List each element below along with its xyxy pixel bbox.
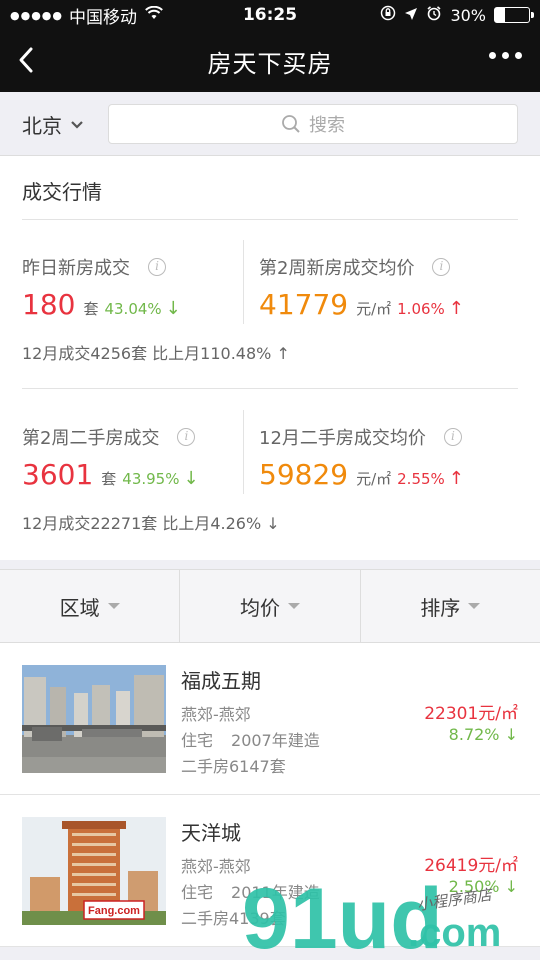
listing-price: 22301元/㎡	[424, 704, 518, 724]
info-icon[interactable]: i	[177, 428, 196, 446]
caret-down-icon	[107, 603, 120, 609]
listing-area: 燕郊-燕郊	[181, 857, 251, 876]
stat-label: 第2周二手房成交 i	[22, 424, 196, 450]
listing-type: 住宅 2007年建造	[181, 731, 320, 750]
carrier-name: 中国移动	[69, 7, 137, 28]
page-title: 房天下买房	[207, 49, 333, 78]
wifi-icon	[145, 5, 163, 24]
filter-region[interactable]: 区域	[0, 570, 181, 642]
listing-price: 26419元/㎡	[424, 856, 518, 876]
chevron-left-icon	[19, 47, 33, 73]
stat-label: 12月二手房成交均价 i	[259, 424, 462, 450]
arrow-down-icon: ↓	[165, 298, 181, 319]
stat-label: 第2周新房成交均价 i	[259, 254, 451, 280]
search-bar: 北京 搜索	[0, 92, 540, 156]
arrow-down-icon: ↓	[504, 877, 518, 896]
more-button[interactable]	[489, 52, 522, 59]
arrow-down-icon: ↓	[183, 468, 199, 489]
market-panel: 成交行情 昨日新房成交 i 第2周新房成交均价 i 180 套 43.04% ↓ 4…	[0, 156, 540, 560]
search-input[interactable]: 搜索	[108, 104, 518, 144]
filter-sort[interactable]: 排序	[361, 570, 540, 642]
stat-value: 41779 元/㎡ 1.06% ↑	[259, 288, 464, 321]
stat-summary: 12月成交4256套 比上月110.48% ↑	[22, 344, 290, 363]
list-item[interactable]: 福成五期 燕郊-燕郊 住宅 2007年建造 二手房6147套 22301元/㎡ 8…	[0, 643, 540, 795]
filter-price[interactable]: 均价	[180, 570, 361, 642]
list-item[interactable]: Fang.com 天洋城 燕郊-燕郊 住宅 2011年建造 二手房4139套 26…	[0, 795, 540, 947]
more-dot-icon	[515, 52, 522, 59]
divider	[243, 240, 244, 324]
back-button[interactable]	[12, 42, 48, 78]
divider	[243, 410, 244, 494]
listing-type: 住宅 2011年建造	[181, 883, 320, 902]
listing-change: 2.50% ↓	[448, 877, 518, 896]
fang-logo: Fang.com	[88, 905, 140, 917]
search-placeholder: 搜索	[309, 115, 345, 136]
arrow-down-icon: ↓	[504, 725, 518, 744]
search-icon	[282, 115, 300, 133]
alarm-icon	[426, 5, 442, 25]
listing-name: 福成五期	[181, 669, 261, 693]
caret-down-icon	[468, 603, 481, 609]
property-photo: Fang.com	[22, 817, 166, 925]
signal-icon: ●●●●●	[10, 8, 63, 22]
stat-value: 59829 元/㎡ 2.55% ↑	[259, 458, 464, 491]
status-bar: ●●●●● 中国移动 16:25 30%	[0, 0, 540, 30]
stat-summary: 12月成交22271套 比上月4.26% ↓	[22, 514, 280, 533]
listing-name: 天洋城	[181, 821, 241, 845]
info-icon[interactable]: i	[443, 428, 462, 446]
stat-value: 180 套 43.04% ↓	[22, 288, 181, 321]
city-label: 北京	[22, 114, 62, 138]
location-icon	[404, 6, 418, 25]
more-dot-icon	[502, 52, 509, 59]
city-selector[interactable]: 北京	[22, 110, 84, 139]
arrow-up-icon: ↑	[448, 298, 464, 319]
caret-down-icon	[287, 603, 300, 609]
listing-area: 燕郊-燕郊	[181, 705, 251, 724]
divider	[22, 219, 518, 220]
listing-count: 二手房4139套	[181, 909, 286, 928]
nav-bar: 房天下买房	[0, 30, 540, 92]
property-photo	[22, 665, 166, 773]
stat-label: 昨日新房成交 i	[22, 254, 166, 280]
battery-percent: 30%	[450, 5, 486, 25]
filter-bar: 区域 均价 排序	[0, 569, 540, 643]
listing-count: 二手房6147套	[181, 757, 286, 776]
status-right: 30%	[380, 5, 534, 25]
listing-change: 8.72% ↓	[448, 725, 518, 744]
section-heading: 成交行情	[22, 180, 102, 204]
rotation-lock-icon	[380, 5, 396, 25]
arrow-up-icon: ↑	[448, 468, 464, 489]
divider	[22, 388, 518, 389]
battery-icon	[494, 7, 534, 23]
more-dot-icon	[489, 52, 496, 59]
info-icon[interactable]: i	[432, 258, 451, 276]
chevron-down-icon	[71, 120, 83, 129]
info-icon[interactable]: i	[148, 258, 166, 276]
stat-value: 3601 套 43.95% ↓	[22, 458, 199, 491]
